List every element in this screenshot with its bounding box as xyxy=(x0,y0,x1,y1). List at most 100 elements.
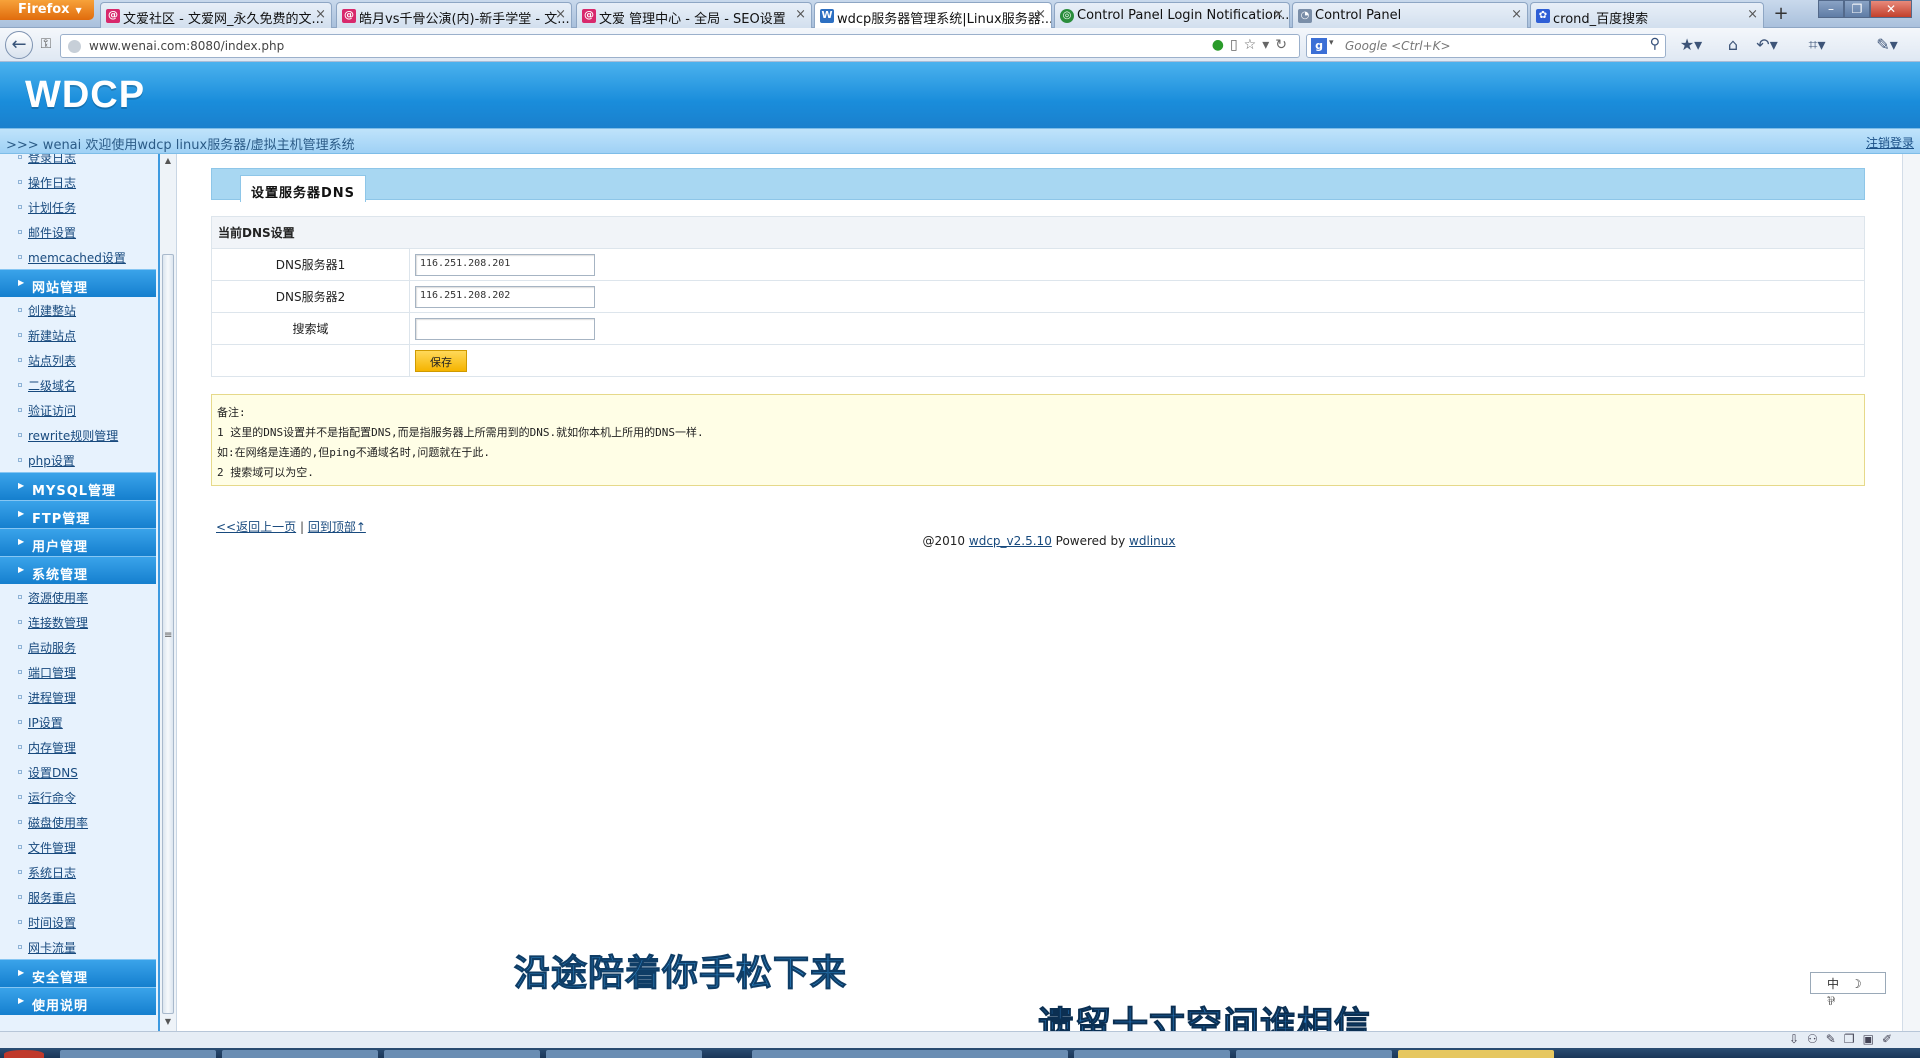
address-bar[interactable]: www.wenai.com:8080/index.php ●▯☆▾↻ xyxy=(60,34,1300,58)
tab-wdcp[interactable]: W wdcp服务器管理系统|Linux服务器... × xyxy=(814,2,1052,29)
addon-icon[interactable]: ⚇ xyxy=(1807,1032,1826,1046)
sidebar-item-php[interactable]: php设置 xyxy=(0,447,156,472)
sidebar-item-site-list[interactable]: 站点列表 xyxy=(0,347,156,372)
author-link[interactable]: wdlinux xyxy=(1129,534,1175,548)
sidebar-item-login-log[interactable]: 登录日志 xyxy=(0,154,156,169)
ime-toolbar[interactable]: 中 ☽ ⅌ xyxy=(1810,972,1886,1008)
mobile-icon[interactable]: ▯ xyxy=(1230,37,1244,53)
sidebar-item-ip[interactable]: IP设置 xyxy=(0,709,156,734)
sidebar-item-disk[interactable]: 磁盘使用率 xyxy=(0,809,156,834)
tab-crond-baidu[interactable]: ✿ crond_百度搜索 × xyxy=(1530,2,1764,28)
splitter-grip-icon[interactable]: ≡ xyxy=(164,630,172,641)
sidebar-item-files[interactable]: 文件管理 xyxy=(0,834,156,859)
sidebar-item-resource-usage[interactable]: 资源使用率 xyxy=(0,584,156,609)
minimize-icon[interactable]: – xyxy=(1818,0,1844,18)
tool-icon[interactable]: ✎ xyxy=(1826,1032,1844,1046)
taskbar-item[interactable] xyxy=(384,1050,540,1058)
sidebar-item-new-site[interactable]: 新建站点 xyxy=(0,322,156,347)
sidebar-item-ports[interactable]: 端口管理 xyxy=(0,659,156,684)
logout-link[interactable]: 注销登录 xyxy=(1866,134,1914,151)
save-button[interactable]: 保存 xyxy=(415,349,467,372)
close-icon[interactable]: × xyxy=(1747,7,1758,22)
sidebar-item-memory[interactable]: 内存管理 xyxy=(0,734,156,759)
sidebar-item-run-command[interactable]: 运行命令 xyxy=(0,784,156,809)
sidebar-section-user[interactable]: ▶ 用户管理 xyxy=(0,528,156,556)
taskbar-item[interactable] xyxy=(222,1050,378,1058)
sidebar-item-memcached[interactable]: memcached设置 xyxy=(0,244,156,269)
sidebar-item-subdomain[interactable]: 二级域名 xyxy=(0,372,156,397)
scroll-down-icon[interactable]: ▼ xyxy=(162,1017,174,1029)
undo-icon[interactable]: ↶▾ xyxy=(1752,35,1782,57)
go-icon[interactable]: ● xyxy=(1212,37,1230,53)
taskbar-item[interactable] xyxy=(1074,1050,1230,1058)
sidebar-section-security[interactable]: ▶ 安全管理 xyxy=(0,959,156,987)
extension-icon[interactable]: ✎▾ xyxy=(1872,35,1902,57)
close-icon[interactable]: × xyxy=(1511,7,1522,22)
sidebar-item-mail[interactable]: 邮件设置 xyxy=(0,219,156,244)
close-icon[interactable]: × xyxy=(1035,7,1046,22)
tab-wenai-community[interactable]: @ 文爱社区 - 文爱网_永久免费的文... × xyxy=(100,2,332,28)
taskbar-item[interactable] xyxy=(60,1050,216,1058)
taskbar-item[interactable] xyxy=(1398,1050,1554,1058)
sidebar-scrollbar[interactable]: ▲ ≡ ▼ xyxy=(160,154,177,1031)
bookmarks-icon[interactable]: ★▾ xyxy=(1676,35,1706,57)
site-identity-icon[interactable] xyxy=(68,40,81,53)
version-link[interactable]: wdcp_v2.5.10 xyxy=(969,534,1052,548)
firefox-menu-button[interactable]: Firefox ▼ xyxy=(0,0,94,20)
dns1-input[interactable]: 116.251.208.201 xyxy=(415,253,595,276)
dns2-input[interactable]: 116.251.208.202 xyxy=(415,285,595,308)
sidebar-item-rewrite[interactable]: rewrite规则管理 xyxy=(0,422,156,447)
tab-haoyue[interactable]: @ 皓月vs千骨公演(内)-新手学堂 - 文... × xyxy=(336,2,572,28)
window-close-icon[interactable]: ✕ xyxy=(1870,0,1912,18)
sidebar-section-system[interactable]: ▶ 系统管理 xyxy=(0,556,156,584)
window-icon[interactable]: ❐ xyxy=(1844,1032,1863,1046)
back-link[interactable]: <<返回上一页 xyxy=(216,520,296,534)
sidebar-item-operation-log[interactable]: 操作日志 xyxy=(0,169,156,194)
sidebar-section-manual[interactable]: ▶ 使用说明 xyxy=(0,987,156,1015)
dropdown-icon[interactable]: ▾ xyxy=(1262,37,1275,53)
taskbar-item[interactable] xyxy=(546,1050,702,1058)
home-icon[interactable]: ⌂ xyxy=(1718,35,1748,57)
new-tab-button[interactable]: + xyxy=(1766,3,1796,27)
search-icon[interactable]: ⚲ xyxy=(1650,36,1660,52)
sidebar-section-ftp[interactable]: ▶ FTP管理 xyxy=(0,500,156,528)
sidebar-item-dns[interactable]: 设置DNS xyxy=(0,759,156,784)
start-button[interactable] xyxy=(4,1050,44,1058)
edit-icon[interactable]: ✐ xyxy=(1882,1032,1900,1046)
search-domain-input[interactable] xyxy=(415,317,595,340)
download-icon[interactable]: ⇩ xyxy=(1789,1032,1807,1046)
close-icon[interactable]: × xyxy=(795,7,806,22)
close-icon[interactable]: × xyxy=(555,7,566,22)
sidebar-item-cron[interactable]: 计划任务 xyxy=(0,194,156,219)
key-icon[interactable]: ⚿ xyxy=(34,36,58,56)
close-icon[interactable]: × xyxy=(315,7,326,22)
main-scrollbar[interactable] xyxy=(1902,154,1920,1031)
sidebar-item-start-service[interactable]: 启动服务 xyxy=(0,634,156,659)
search-bar[interactable]: g ▾ Google <Ctrl+K> ⚲ xyxy=(1306,34,1666,58)
sidebar-item-syslog[interactable]: 系统日志 xyxy=(0,859,156,884)
sidebar-item-create-site[interactable]: 创建整站 xyxy=(0,297,156,322)
reload-icon[interactable]: ↻ xyxy=(1275,37,1293,53)
tab-wenai-admin[interactable]: @ 文爱 管理中心 - 全局 - SEO设置 × xyxy=(576,2,812,28)
maximize-icon[interactable]: ❐ xyxy=(1844,0,1870,18)
close-icon[interactable]: × xyxy=(1273,7,1284,22)
google-icon[interactable]: g xyxy=(1311,38,1327,54)
back-arrow-icon[interactable]: ← xyxy=(5,31,33,59)
sidebar-item-time[interactable]: 时间设置 xyxy=(0,909,156,934)
sidebar-item-auth[interactable]: 验证访问 xyxy=(0,397,156,422)
sidebar-item-restart[interactable]: 服务重启 xyxy=(0,884,156,909)
back-to-top-link[interactable]: 回到顶部↑ xyxy=(308,520,366,534)
tab-control-panel-login[interactable]: ◎ Control Panel Login Notification... × xyxy=(1054,2,1290,28)
tab-control-panel[interactable]: ◔ Control Panel × xyxy=(1292,2,1528,28)
bookmark-star-icon[interactable]: ☆ xyxy=(1244,37,1263,53)
crop-icon[interactable]: ⌗▾ xyxy=(1802,35,1832,57)
sidebar-item-processes[interactable]: 进程管理 xyxy=(0,684,156,709)
sidebar-section-site[interactable]: ▶ 网站管理 xyxy=(0,269,156,297)
chevron-down-icon[interactable]: ▾ xyxy=(1329,38,1334,48)
sidebar-item-traffic[interactable]: 网卡流量 xyxy=(0,934,156,959)
taskbar-item[interactable] xyxy=(752,1050,1068,1058)
sidebar-section-mysql[interactable]: ▶ MYSQL管理 xyxy=(0,472,156,500)
sidebar-item-connections[interactable]: 连接数管理 xyxy=(0,609,156,634)
taskbar-item[interactable] xyxy=(1236,1050,1392,1058)
scroll-up-icon[interactable]: ▲ xyxy=(162,156,174,168)
